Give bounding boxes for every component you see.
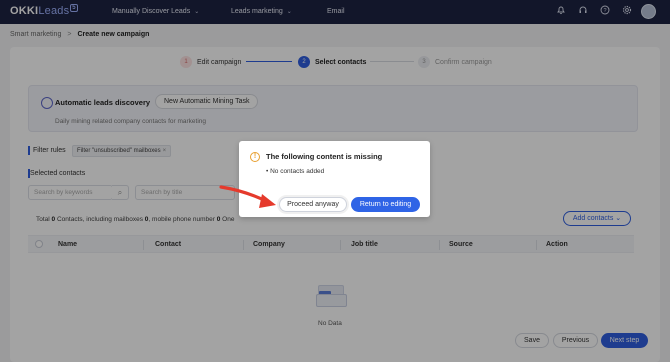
return-to-editing-button[interactable]: Return to editing bbox=[351, 197, 420, 212]
dialog-title: The following content is missing bbox=[266, 152, 383, 161]
annotation-arrow-icon bbox=[219, 185, 276, 208]
proceed-anyway-button[interactable]: Proceed anyway bbox=[279, 197, 347, 212]
dialog-message: • No contacts added bbox=[266, 168, 325, 175]
warning-icon: ! bbox=[250, 152, 260, 162]
